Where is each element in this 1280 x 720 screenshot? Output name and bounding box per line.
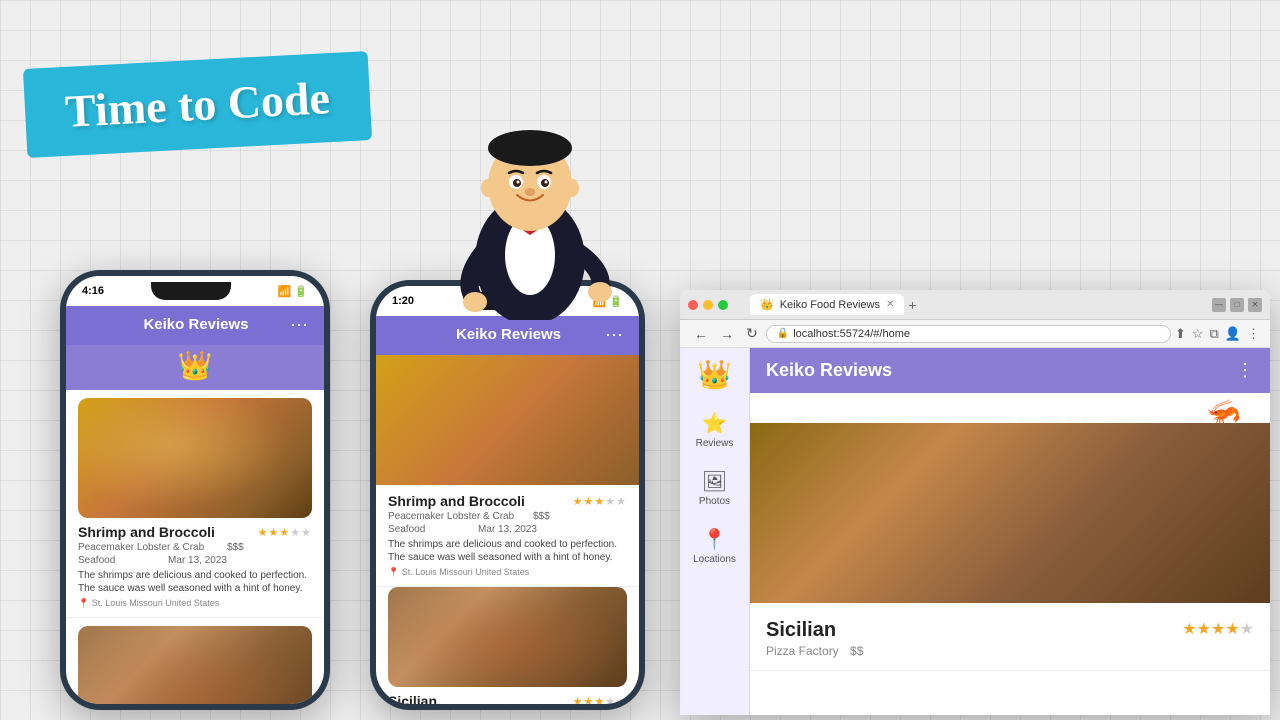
phone2-menu[interactable]: ··· (605, 324, 623, 345)
phone1-icons: 📶 🔋 (278, 285, 308, 298)
phone1-card1-location: 📍 St. Louis Missouri United States (78, 598, 312, 609)
bookmark-icon[interactable]: ☆ (1192, 326, 1204, 342)
phone2-card1-stars: ★★★★★ (573, 495, 627, 508)
browser-url-bar[interactable]: 🔒 localhost:55724/#/home (766, 325, 1171, 343)
browser-url-text: localhost:55724/#/home (793, 328, 910, 340)
main-card-title: Sicilian (766, 619, 836, 642)
sidebar-locations-label: Locations (693, 554, 736, 565)
phone1-card-2[interactable] (66, 618, 324, 710)
browser-controls: ← → ↻ 🔒 localhost:55724/#/home ⬆ ☆ ⧉ 👤 ⋮ (680, 320, 1270, 348)
phone1-logo-icon: 👑 (178, 350, 213, 381)
phone1-logo-area: 👑 (66, 345, 324, 390)
phone1-pizza-img (78, 626, 312, 710)
phone1-shrimp-img (78, 398, 312, 518)
phone2-card1-desc: The shrimps are delicious and cooked to … (388, 538, 627, 564)
browser-titlebar: 👑 Keiko Food Reviews ✕ + — □ ✕ (680, 290, 1270, 320)
floating-shrimp-area: 🦐 (750, 393, 1270, 423)
profile-icon[interactable]: 👤 (1225, 326, 1241, 342)
main-card-stars: ★★★★★ (1182, 619, 1254, 639)
main-card-info: Sicilian ★★★★★ Pizza Factory $$ (750, 603, 1270, 671)
phone2-header: Keiko Reviews ··· (376, 316, 639, 355)
phone1-app-title: Keiko Reviews (102, 316, 290, 333)
phone2-card2-rating-row: Sicilian ★★★★★ (388, 693, 627, 709)
phone2-app-title: Keiko Reviews (412, 326, 605, 343)
browser-toolbar-icons: ⬆ ☆ ⧉ 👤 ⋮ (1175, 326, 1260, 342)
time-to-code-banner: Time to Code (23, 51, 372, 158)
banner-text: Time to Code (64, 72, 331, 137)
browser-forward-btn[interactable]: → (716, 324, 738, 344)
browser-tab-title: Keiko Food Reviews (780, 299, 880, 311)
phone2-card2-title: Sicilian (388, 693, 437, 709)
sidebar-reviews-label: Reviews (696, 438, 734, 449)
phone1-menu[interactable]: ··· (290, 314, 308, 335)
phone1-card1-rating-row: Shrimp and Broccoli ★★★★★ (78, 524, 312, 540)
phone-2: 1:20 📶 🔋 Keiko Reviews ··· Shrimp and Br… (370, 280, 645, 710)
app-container: 👑 ⭐ Reviews 🖼 Photos 📍 Locations Keiko R… (680, 348, 1270, 715)
phone1-card1-title: Shrimp and Broccoli (78, 524, 215, 540)
phone2-card1-rating-row: Shrimp and Broccoli ★★★★★ (388, 493, 627, 509)
main-pizza-image (750, 423, 1270, 603)
app-topbar-menu-icon[interactable]: ⋮ (1236, 360, 1254, 381)
phone2-card1-title: Shrimp and Broccoli (388, 493, 525, 509)
sidebar-item-reviews[interactable]: ⭐ Reviews (680, 401, 749, 459)
phone2-time: 1:20 (392, 295, 414, 307)
phone2-card-2[interactable]: Sicilian ★★★★★ Pizza Factory $$ Pizza Fe… (376, 587, 639, 710)
app-topbar-title: Keiko Reviews (766, 360, 892, 381)
app-sidebar: 👑 ⭐ Reviews 🖼 Photos 📍 Locations (680, 348, 750, 715)
phone1-card1-meta: Peacemaker Lobster & Crab $$$ (78, 542, 312, 553)
window-controls: — □ ✕ (1212, 298, 1262, 312)
lock-icon: 🔒 (777, 328, 789, 339)
browser-tab-close-btn[interactable]: ✕ (886, 299, 894, 310)
phone1-card-1[interactable]: Shrimp and Broccoli ★★★★★ Peacemaker Lob… (66, 390, 324, 618)
phone2-shrimp-img (376, 355, 639, 485)
menu-icon[interactable]: ⋮ (1247, 326, 1260, 342)
phone1-card1-category: Seafood Mar 13, 2023 (78, 555, 312, 566)
phone2-card1-location: 📍 St. Louis Missouri United States (388, 567, 627, 578)
app-main: Keiko Reviews ⋮ 🦐 Sicilian ★★★★★ (750, 348, 1270, 715)
browser-reload-btn[interactable]: ↻ (742, 323, 762, 344)
phone2-card1-category: Seafood Mar 13, 2023 (388, 524, 627, 535)
browser-back-btn[interactable]: ← (690, 324, 712, 344)
browser-tab[interactable]: 👑 Keiko Food Reviews ✕ (750, 294, 904, 315)
browser-new-tab-btn[interactable]: + (908, 297, 916, 313)
phone2-card2-stars: ★★★★★ (573, 695, 627, 708)
share-icon[interactable]: ⬆ (1175, 326, 1186, 342)
app-logo: 👑 (697, 358, 732, 391)
win-minimize-icon[interactable]: — (1212, 298, 1226, 312)
photos-icon: 🖼 (702, 469, 727, 494)
phone2-pizza-img (388, 587, 627, 687)
browser-maximize-btn[interactable] (718, 300, 728, 310)
win-close-icon[interactable]: ✕ (1248, 298, 1262, 312)
pizza-visual (750, 423, 1270, 603)
browser-close-btn[interactable] (688, 300, 698, 310)
phone1-notch (151, 282, 231, 300)
split-view-icon[interactable]: ⧉ (1210, 326, 1219, 342)
phone1-statusbar: 4:16 📶 🔋 (66, 276, 324, 306)
mascot-character (430, 30, 630, 320)
phone-1: 4:16 📶 🔋 Keiko Reviews ··· 👑 Shrimp and … (60, 270, 330, 710)
reviews-icon: ⭐ (702, 411, 727, 436)
browser-window: 👑 Keiko Food Reviews ✕ + — □ ✕ ← → ↻ 🔒 l… (680, 290, 1270, 715)
sidebar-item-locations[interactable]: 📍 Locations (680, 517, 749, 575)
browser-minimize-btn[interactable] (703, 300, 713, 310)
phone1-time: 4:16 (82, 285, 104, 297)
phone2-card-1[interactable]: Shrimp and Broccoli ★★★★★ Peacemaker Lob… (376, 485, 639, 587)
win-restore-icon[interactable]: □ (1230, 298, 1244, 312)
phone2-card1-meta: Peacemaker Lobster & Crab $$$ (388, 511, 627, 522)
phone1-card1-stars: ★★★★★ (258, 526, 312, 539)
locations-icon: 📍 (702, 527, 727, 552)
sidebar-photos-label: Photos (699, 496, 730, 507)
app-topbar: Keiko Reviews ⋮ (750, 348, 1270, 393)
sidebar-item-photos[interactable]: 🖼 Photos (680, 459, 749, 517)
main-rating-row: Sicilian ★★★★★ (766, 619, 1254, 642)
phone1-card1-desc: The shrimps are delicious and cooked to … (78, 569, 312, 595)
phone1-header: Keiko Reviews ··· (66, 306, 324, 345)
main-card-sub: Pizza Factory $$ (766, 644, 1254, 658)
